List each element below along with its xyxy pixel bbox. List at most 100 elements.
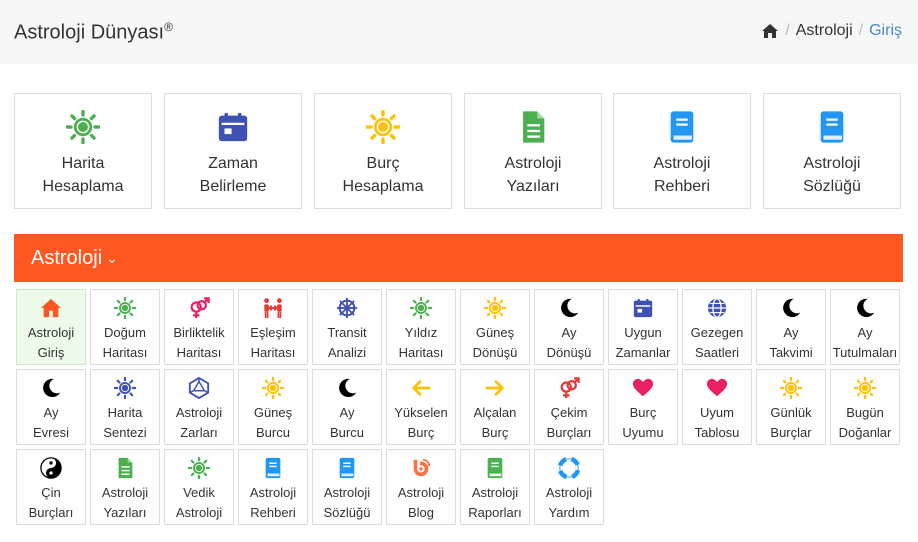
tile-uyum-tablosu[interactable]: Uyum Tablosu bbox=[682, 369, 752, 445]
tile-label: Doğum Haritası bbox=[102, 325, 148, 360]
yin-yang-icon bbox=[17, 456, 85, 480]
feature-card-label: Astroloji Yazıları bbox=[504, 155, 562, 195]
tile-astroloji-raporlari[interactable]: Astroloji Raporları bbox=[460, 449, 530, 525]
sun-icon bbox=[165, 456, 233, 480]
tile-label: Uygun Zamanlar bbox=[615, 325, 671, 360]
chevron-down-icon: ⌄ bbox=[106, 250, 118, 266]
breadcrumb-item-astroloji[interactable]: Astroloji bbox=[796, 22, 853, 40]
feature-card-burc-hesaplama[interactable]: Burç Hesaplama bbox=[314, 93, 452, 209]
moon-icon bbox=[757, 296, 825, 320]
tile-burc-uyumu[interactable]: Burç Uyumu bbox=[608, 369, 678, 445]
tile-label: Günlük Burçlar bbox=[770, 405, 812, 440]
tile-astroloji-yazilari[interactable]: Astroloji Yazıları bbox=[90, 449, 160, 525]
tile-dogum-haritasi[interactable]: Doğum Haritası bbox=[90, 289, 160, 365]
feature-card-label: Astroloji Rehberi bbox=[653, 155, 711, 195]
tile-ay-donusu[interactable]: Ay Dönüşü bbox=[534, 289, 604, 365]
couple-icon bbox=[239, 296, 307, 320]
tile-label: Yıldız Haritası bbox=[398, 325, 444, 360]
tile-label: Güneş Dönüşü bbox=[472, 325, 518, 360]
tile-label: Bugün Doğanlar bbox=[838, 405, 892, 440]
tile-label: Uyum Tablosu bbox=[694, 405, 740, 440]
tile-label: Astroloji Yazıları bbox=[101, 485, 149, 520]
venus-mars-icon bbox=[535, 376, 603, 400]
dice-icon bbox=[165, 376, 233, 400]
tile-label: Burç Uyumu bbox=[622, 405, 664, 440]
moon-icon bbox=[535, 296, 603, 320]
tile-ay-burcu[interactable]: Ay Burcu bbox=[312, 369, 382, 445]
tile-astroloji-yardim[interactable]: Astroloji Yardım bbox=[534, 449, 604, 525]
feature-card-label: Astroloji Sözlüğü bbox=[803, 155, 861, 195]
feature-card-zaman-belirleme[interactable]: Zaman Belirleme bbox=[164, 93, 302, 209]
section-header-astroloji[interactable]: Astroloji ⌄ bbox=[14, 234, 903, 282]
tile-gezegen-saatleri[interactable]: Gezegen Saatleri bbox=[682, 289, 752, 365]
tile-yukselen-burc[interactable]: Yükselen Burç bbox=[386, 369, 456, 445]
feature-card-harita-hesaplama[interactable]: Harita Hesaplama bbox=[14, 93, 152, 209]
tile-label: Astroloji Sözlüğü bbox=[323, 485, 371, 520]
tile-gunes-donusu[interactable]: Güneş Dönüşü bbox=[460, 289, 530, 365]
tile-ay-tutulmalari[interactable]: Ay Tutulmaları bbox=[830, 289, 900, 365]
tile-label: Astroloji Zarları bbox=[175, 405, 223, 440]
section-title: Astroloji bbox=[31, 247, 103, 269]
document-icon bbox=[465, 110, 601, 144]
book-icon bbox=[614, 110, 750, 144]
sun-icon bbox=[91, 296, 159, 320]
tile-vedik-astroloji[interactable]: Vedik Astroloji bbox=[164, 449, 234, 525]
moon-icon bbox=[831, 296, 899, 320]
lifebuoy-icon bbox=[535, 456, 603, 480]
heart-icon bbox=[683, 376, 751, 400]
top-bar: Astroloji Dünyası® / Astroloji / Giriş bbox=[0, 0, 918, 64]
breadcrumb: / Astroloji / Giriş bbox=[761, 22, 902, 40]
sun-icon bbox=[91, 376, 159, 400]
arrow-left-icon bbox=[387, 376, 455, 400]
tile-cin-burclari[interactable]: Çin Burçları bbox=[16, 449, 86, 525]
page-title[interactable]: Astroloji Dünyası® bbox=[14, 20, 173, 45]
tile-label: Ay Evresi bbox=[32, 405, 70, 440]
tile-ay-evresi[interactable]: Ay Evresi bbox=[16, 369, 86, 445]
feature-card-astroloji-sozlugu[interactable]: Astroloji Sözlüğü bbox=[763, 93, 901, 209]
calendar-icon bbox=[609, 296, 677, 320]
tile-cekim-burclari[interactable]: Çekim Burçları bbox=[534, 369, 604, 445]
tile-label: Alçalan Burç bbox=[473, 405, 517, 440]
tile-label: Transit Analizi bbox=[327, 325, 367, 360]
sun-icon bbox=[315, 110, 451, 144]
tile-alcalan-burc[interactable]: Alçalan Burç bbox=[460, 369, 530, 445]
book-icon bbox=[461, 456, 529, 480]
feature-card-astroloji-rehberi[interactable]: Astroloji Rehberi bbox=[613, 93, 751, 209]
tile-harita-sentezi[interactable]: Harita Sentezi bbox=[90, 369, 160, 445]
registered-mark: ® bbox=[164, 20, 173, 34]
tile-uygun-zamanlar[interactable]: Uygun Zamanlar bbox=[608, 289, 678, 365]
tile-gunes-burcu[interactable]: Güneş Burcu bbox=[238, 369, 308, 445]
home-icon bbox=[17, 296, 85, 320]
sun-icon bbox=[15, 110, 151, 144]
tile-astroloji-sozlugu[interactable]: Astroloji Sözlüğü bbox=[312, 449, 382, 525]
tile-birliktelik-haritasi[interactable]: Birliktelik Haritası bbox=[164, 289, 234, 365]
tile-label: Çekim Burçları bbox=[546, 405, 592, 440]
tile-ay-takvimi[interactable]: Ay Takvimi bbox=[756, 289, 826, 365]
feature-card-label: Zaman Belirleme bbox=[199, 155, 267, 195]
tile-label: Ay Dönüşü bbox=[546, 325, 592, 360]
book-icon bbox=[313, 456, 381, 480]
tile-transit-analizi[interactable]: Transit Analizi bbox=[312, 289, 382, 365]
feature-card-label: Burç Hesaplama bbox=[342, 155, 424, 195]
tile-label: Birliktelik Haritası bbox=[173, 325, 225, 360]
tile-bugun-doganlar[interactable]: Bugün Doğanlar bbox=[830, 369, 900, 445]
tile-label: Astroloji Giriş bbox=[27, 325, 75, 360]
document-icon bbox=[91, 456, 159, 480]
tile-label: Ay Tutulmaları bbox=[832, 325, 898, 360]
tile-astroloji-zarlari[interactable]: Astroloji Zarları bbox=[164, 369, 234, 445]
tile-astroloji-rehberi[interactable]: Astroloji Rehberi bbox=[238, 449, 308, 525]
moon-icon bbox=[17, 376, 85, 400]
home-icon[interactable] bbox=[761, 23, 779, 39]
tile-eslesim-haritasi[interactable]: Eşleşim Haritası bbox=[238, 289, 308, 365]
calendar-icon bbox=[165, 110, 301, 144]
tile-astroloji-giris[interactable]: Astroloji Giriş bbox=[16, 289, 86, 365]
tile-yildiz-haritasi[interactable]: Yıldız Haritası bbox=[386, 289, 456, 365]
tile-label: Gezegen Saatleri bbox=[690, 325, 744, 360]
wheel-icon bbox=[313, 296, 381, 320]
arrow-right-icon bbox=[461, 376, 529, 400]
tile-gunluk-burclar[interactable]: Günlük Burçlar bbox=[756, 369, 826, 445]
sun-icon bbox=[831, 376, 899, 400]
tile-label: Yükselen Burç bbox=[394, 405, 448, 440]
feature-card-astroloji-yazilari[interactable]: Astroloji Yazıları bbox=[464, 93, 602, 209]
tile-astroloji-blog[interactable]: Astroloji Blog bbox=[386, 449, 456, 525]
